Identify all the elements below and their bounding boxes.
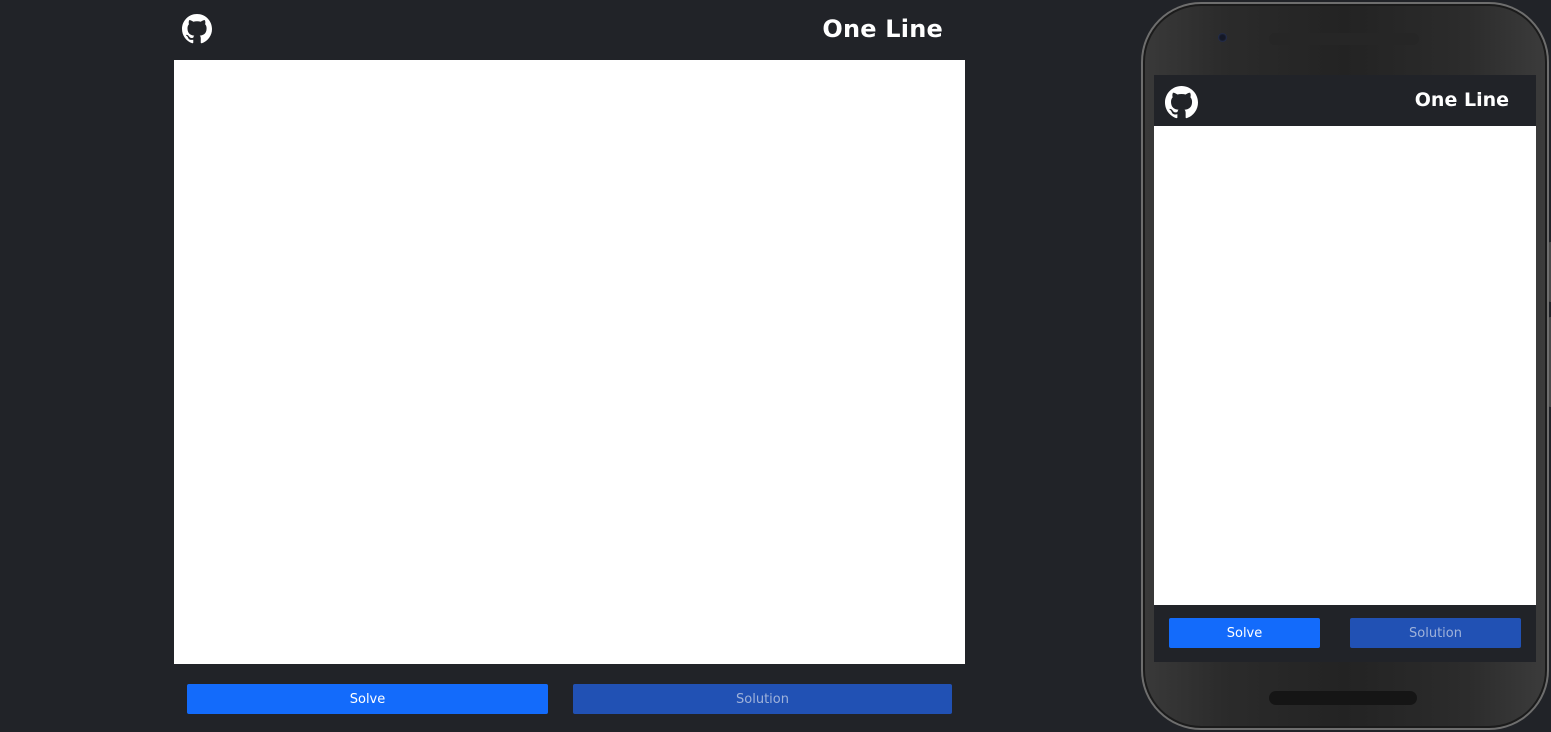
github-icon[interactable]	[182, 14, 212, 44]
phone-camera	[1218, 33, 1227, 42]
github-icon[interactable]	[1165, 86, 1198, 119]
solve-button[interactable]: Solve	[187, 684, 548, 714]
phone-screen: One Line Solve Solution	[1154, 75, 1536, 662]
phone-speaker	[1269, 33, 1419, 45]
phone-home-button	[1269, 691, 1417, 705]
mobile-page-title: One Line	[1414, 89, 1509, 111]
phone-mockup: One Line Solve Solution	[1141, 2, 1551, 730]
page: One Line Solve Solution One Line Solve S…	[0, 0, 1551, 732]
mobile-solve-button[interactable]: Solve	[1169, 618, 1320, 648]
mobile-header: One Line	[1154, 75, 1536, 125]
desktop-header: One Line	[174, 0, 965, 60]
page-title: One Line	[822, 15, 943, 43]
solution-button[interactable]: Solution	[573, 684, 952, 714]
puzzle-canvas[interactable]	[174, 60, 965, 664]
mobile-puzzle-canvas[interactable]	[1154, 126, 1536, 605]
mobile-solution-button[interactable]: Solution	[1350, 618, 1521, 648]
